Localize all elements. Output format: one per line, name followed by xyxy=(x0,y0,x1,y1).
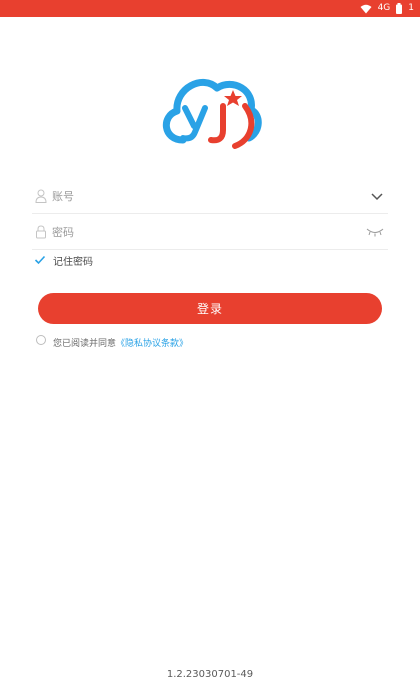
status-icons: 4G 1 xyxy=(360,2,414,15)
eye-closed-icon[interactable] xyxy=(366,227,384,237)
agree-radio[interactable] xyxy=(36,335,46,345)
signal-text: 4G xyxy=(377,3,391,13)
agreement-row: 您已阅读并同意《隐私协议条款》 xyxy=(36,332,188,349)
battery-text: 1 xyxy=(408,3,414,13)
logo-letter-j xyxy=(208,103,226,144)
chevron-down-icon[interactable] xyxy=(370,189,384,203)
status-bar: 4G 1 xyxy=(0,0,420,17)
password-field-row xyxy=(32,214,388,250)
remember-password-label: 记住密码 xyxy=(53,256,93,268)
privacy-policy-link[interactable]: 《隐私协议条款》 xyxy=(116,339,188,349)
lock-icon xyxy=(36,225,46,239)
battery-icon xyxy=(396,3,403,14)
cloud-outline xyxy=(163,79,262,144)
account-input[interactable] xyxy=(52,186,352,206)
checkmark-icon[interactable] xyxy=(34,254,46,266)
login-button[interactable]: 登录 xyxy=(38,293,382,324)
app-logo xyxy=(163,79,262,149)
logo-letter-y xyxy=(180,105,208,142)
wifi-icon xyxy=(360,4,372,13)
remember-password-row[interactable]: 记住密码 xyxy=(34,251,93,269)
user-icon xyxy=(35,189,47,203)
password-input[interactable] xyxy=(52,222,352,242)
app-version: 1.2.23030701-49 xyxy=(166,669,254,680)
star-icon xyxy=(224,90,242,106)
account-field-row xyxy=(32,178,388,214)
agreement-text: 您已阅读并同意 xyxy=(53,338,117,349)
